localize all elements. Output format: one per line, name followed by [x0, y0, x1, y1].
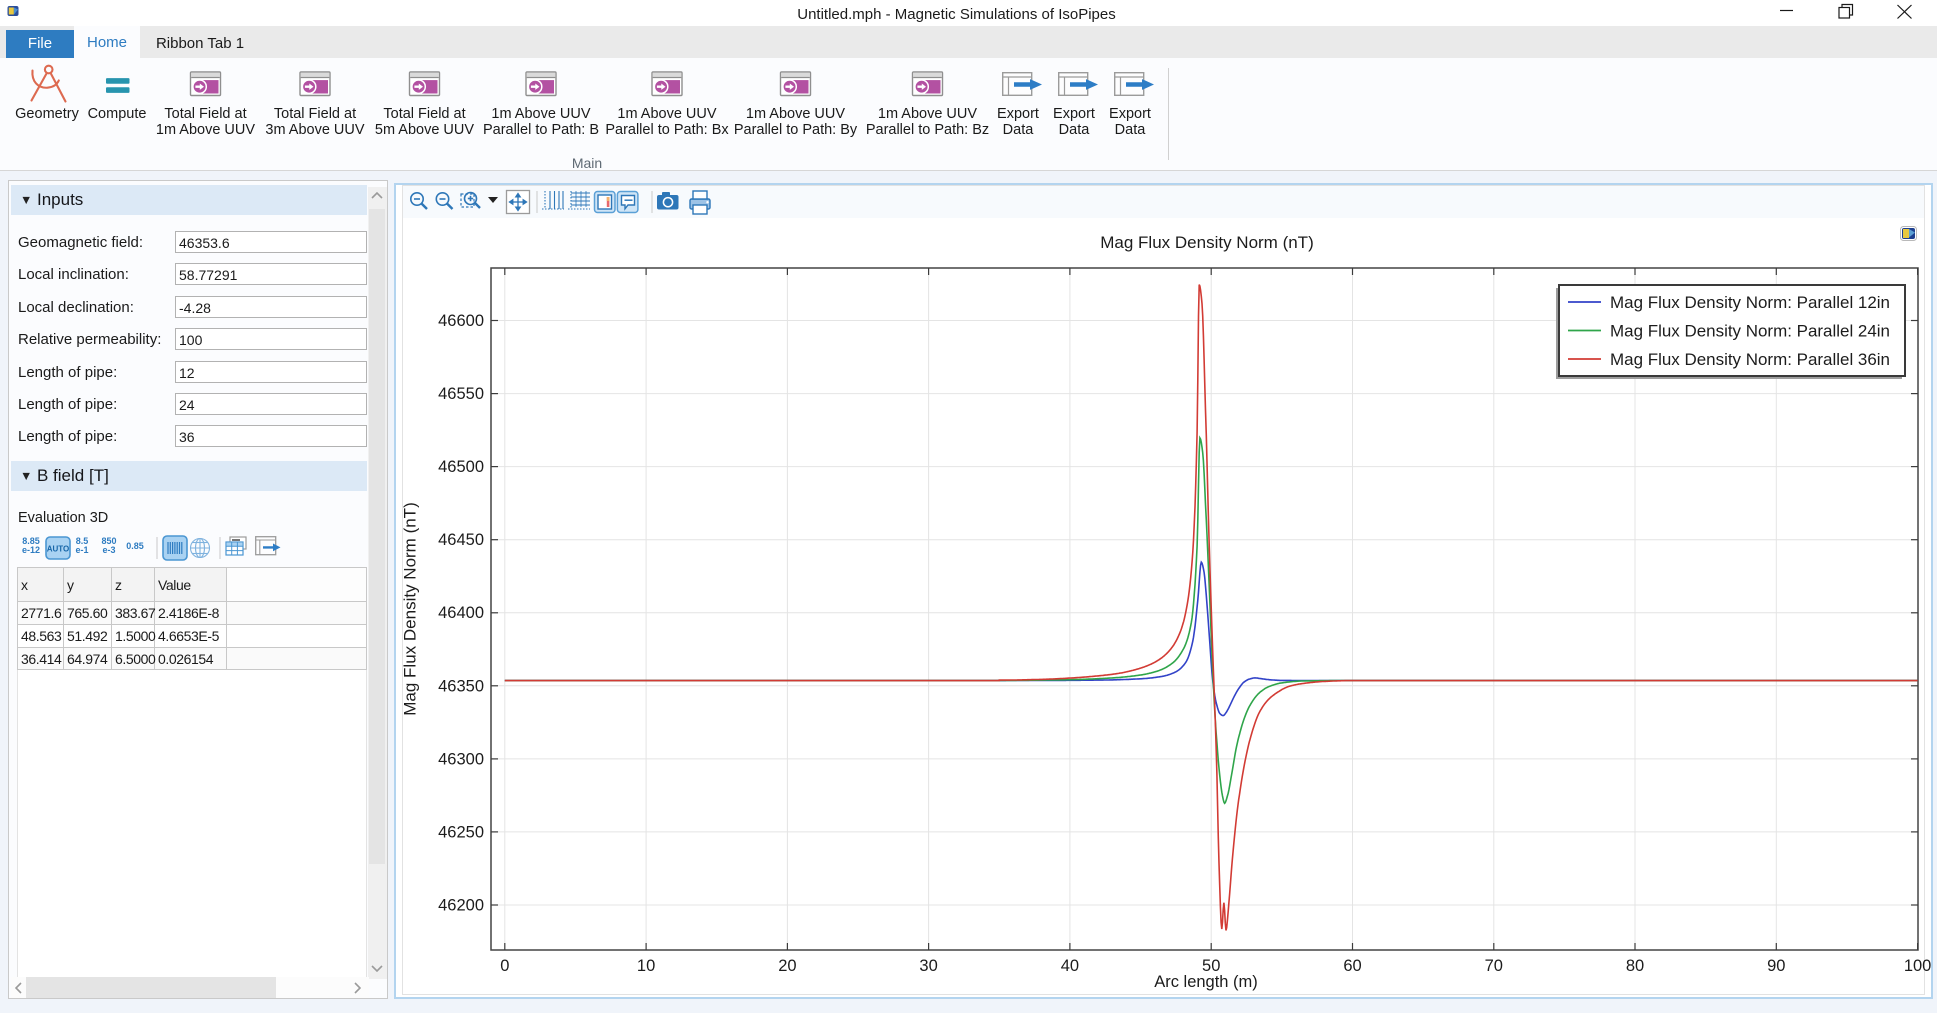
svg-text:Mag Flux Density Norm (nT): Mag Flux Density Norm (nT) — [1100, 233, 1313, 252]
svg-text:Mag Flux Density Norm (nT): Mag Flux Density Norm (nT) — [401, 502, 420, 715]
svg-text:46450: 46450 — [438, 531, 484, 549]
svg-text:AUTO: AUTO — [47, 545, 70, 554]
svg-text:Mag Flux Density Norm: Paralle: Mag Flux Density Norm: Parallel 36in — [1610, 350, 1890, 369]
svg-text:Mag Flux Density Norm: Paralle: Mag Flux Density Norm: Parallel 12in — [1610, 293, 1890, 312]
svg-text:e-12: e-12 — [22, 545, 40, 555]
svg-text:e-1: e-1 — [75, 545, 88, 555]
svg-text:60: 60 — [1343, 957, 1361, 975]
svg-text:e-3: e-3 — [102, 545, 115, 555]
svg-text:46550: 46550 — [438, 385, 484, 403]
svg-text:70: 70 — [1485, 957, 1503, 975]
svg-text:46600: 46600 — [438, 312, 484, 330]
svg-text:90: 90 — [1767, 957, 1785, 975]
svg-text:100: 100 — [1904, 957, 1932, 975]
svg-text:30: 30 — [919, 957, 937, 975]
svg-text:46250: 46250 — [438, 823, 484, 841]
svg-text:46500: 46500 — [438, 458, 484, 476]
svg-text:10: 10 — [637, 957, 655, 975]
svg-text:0: 0 — [500, 957, 509, 975]
svg-text:0.85: 0.85 — [126, 541, 144, 551]
svg-text:46300: 46300 — [438, 750, 484, 768]
svg-text:40: 40 — [1061, 957, 1079, 975]
svg-text:80: 80 — [1626, 957, 1644, 975]
svg-text:46350: 46350 — [438, 677, 484, 695]
svg-text:20: 20 — [778, 957, 796, 975]
svg-text:Arc length (m): Arc length (m) — [1154, 973, 1258, 991]
svg-text:46400: 46400 — [438, 604, 484, 622]
svg-text:Mag Flux Density Norm: Paralle: Mag Flux Density Norm: Parallel 24in — [1610, 322, 1890, 341]
svg-text:46200: 46200 — [438, 897, 484, 915]
